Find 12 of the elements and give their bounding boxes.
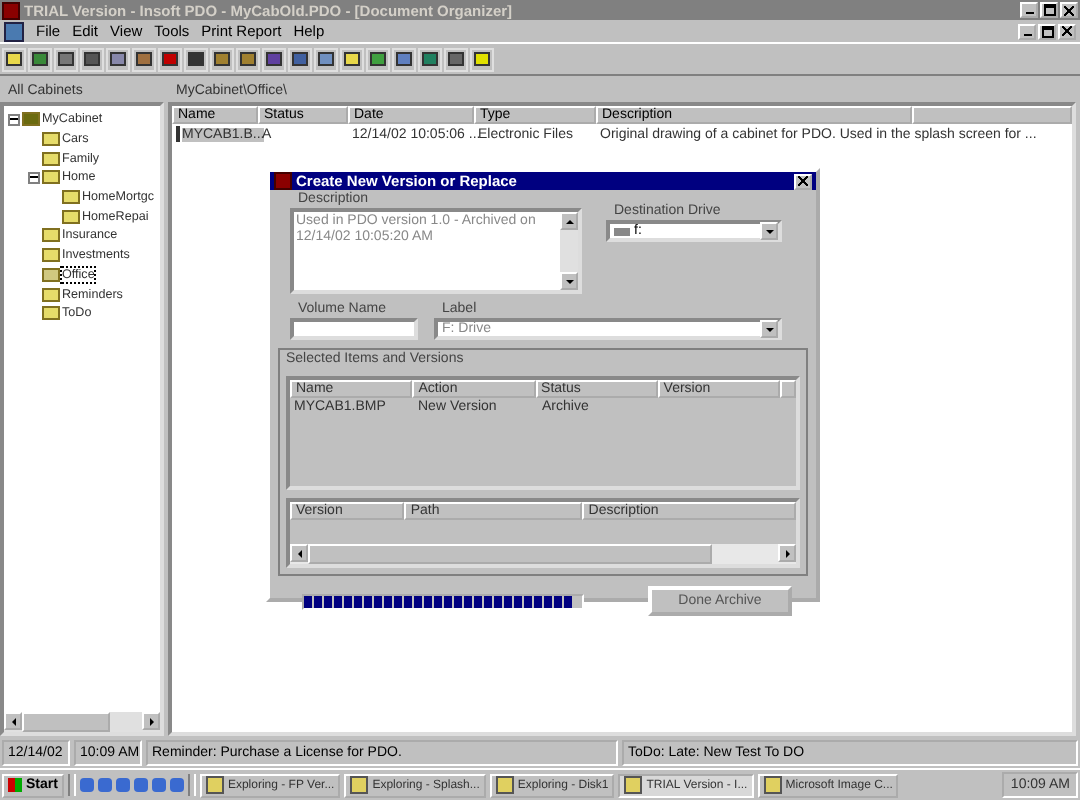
minimize-button[interactable] (1020, 2, 1038, 18)
collapse-icon[interactable] (8, 113, 20, 126)
collapse-icon[interactable] (28, 171, 40, 184)
volume-name-field[interactable] (290, 318, 418, 340)
cabinet-icon (22, 112, 40, 127)
app-icon (274, 172, 292, 190)
document-icon (4, 21, 24, 41)
horizontal-scrollbar[interactable] (4, 712, 160, 732)
close-button[interactable] (794, 173, 812, 189)
app-icon (2, 1, 20, 19)
horizontal-scrollbar[interactable] (290, 544, 796, 564)
minimize-button[interactable] (1018, 23, 1036, 39)
